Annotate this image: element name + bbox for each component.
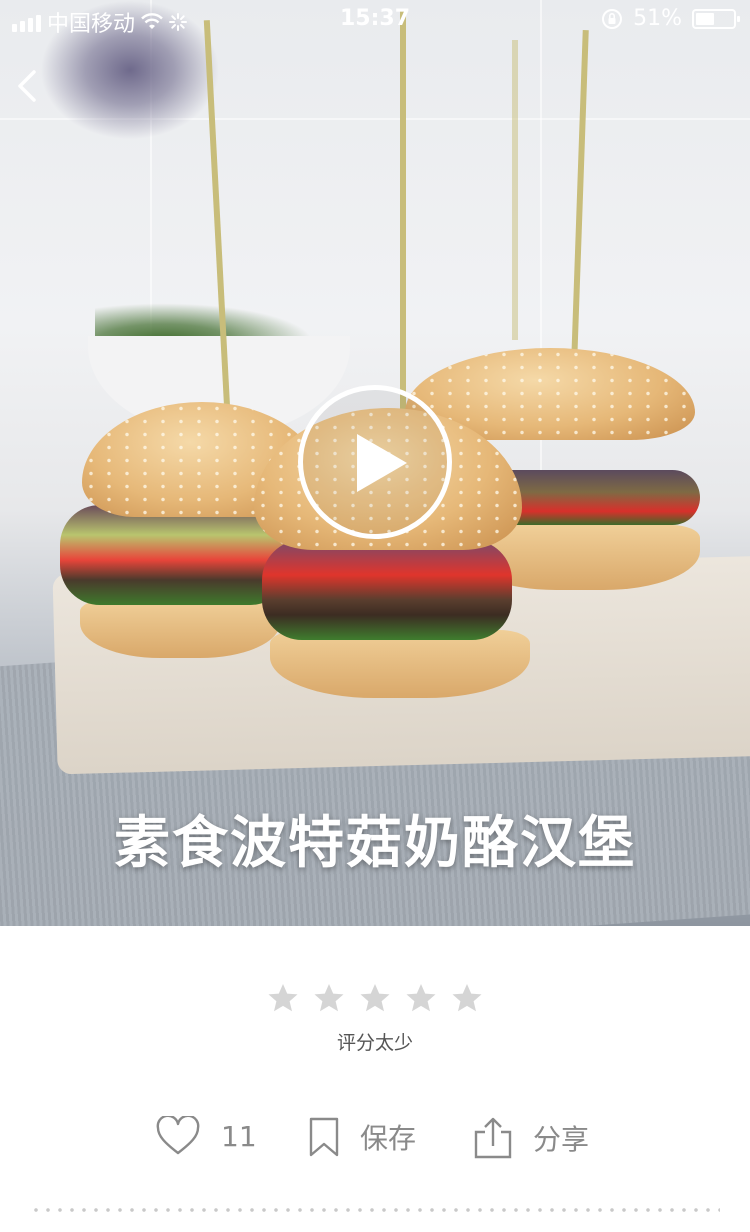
skewer	[512, 40, 518, 340]
save-button[interactable]: 保存	[308, 1116, 416, 1158]
heart-icon	[156, 1116, 200, 1155]
burger-filling	[262, 540, 512, 640]
play-icon	[357, 434, 407, 492]
play-video-button[interactable]	[298, 385, 452, 539]
recipe-title: 素食波特菇奶酪汉堡	[114, 811, 636, 876]
battery-level	[696, 12, 714, 25]
star-icon[interactable]	[359, 982, 391, 1014]
star-icon[interactable]	[405, 982, 437, 1014]
back-button[interactable]	[8, 64, 52, 108]
status-bar: 中国移动 15:37 51%	[0, 0, 750, 40]
burger-bun-bottom	[80, 600, 280, 658]
star-icon[interactable]	[313, 982, 345, 1014]
section-divider	[30, 1208, 720, 1212]
burger-bun-bottom	[270, 630, 530, 698]
skewer	[400, 10, 406, 410]
wall-tile-line	[540, 0, 542, 520]
save-label: 保存	[360, 1122, 417, 1155]
rating-stars[interactable]	[0, 982, 750, 1014]
bookmark-icon	[309, 1117, 339, 1157]
share-button[interactable]: 分享	[473, 1116, 589, 1160]
like-button[interactable]: 11	[155, 1116, 257, 1156]
rating-section: 评分太少	[0, 982, 750, 1055]
like-count: 11	[221, 1119, 257, 1153]
share-icon	[474, 1117, 512, 1159]
status-right-group: 51%	[601, 6, 740, 31]
action-bar: 11 保存 分享	[0, 1116, 750, 1166]
orientation-lock-icon	[602, 8, 623, 29]
burger-filling	[60, 505, 290, 605]
rating-text: 评分太少	[336, 1032, 413, 1054]
chevron-left-icon	[18, 70, 36, 102]
battery-percent: 51%	[633, 6, 682, 31]
share-label: 分享	[533, 1123, 590, 1156]
battery-icon	[692, 8, 740, 29]
star-icon[interactable]	[267, 982, 299, 1014]
recipe-hero-image[interactable]: 中国移动 15:37 51% 素食波特菇奶酪汉堡	[0, 0, 750, 926]
skewer	[571, 29, 589, 361]
star-icon[interactable]	[451, 982, 483, 1014]
